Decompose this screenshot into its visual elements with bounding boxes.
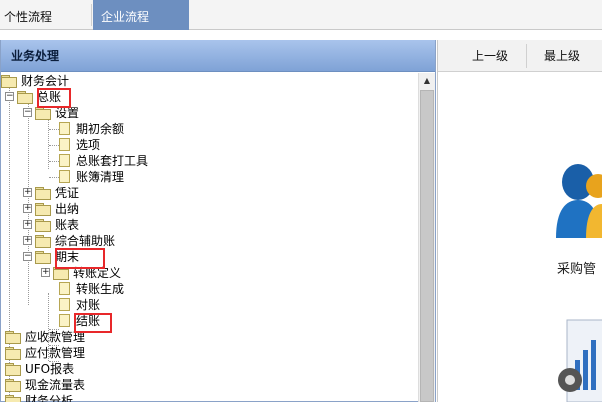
scroll-up-icon[interactable]: ▲	[419, 73, 435, 89]
expand-icon[interactable]: +	[41, 268, 50, 277]
folder-open-icon	[1, 75, 17, 88]
business-panel: 业务处理 财务会计 − 总账 − 设置 期初余额 选项 总账套打工具 账簿清理 …	[0, 40, 436, 402]
tree-node-ufo-reports[interactable]: UFO报表	[5, 361, 74, 377]
panel-title: 业务处理	[1, 40, 435, 72]
expand-icon[interactable]: +	[23, 188, 32, 197]
document-icon	[59, 298, 70, 311]
tree-node-payables[interactable]: 应付款管理	[5, 345, 85, 361]
expand-icon[interactable]: +	[23, 204, 32, 213]
tree-node-voucher[interactable]: + 凭证	[23, 185, 79, 201]
folder-icon	[5, 331, 21, 344]
tree-node-aux-ledger[interactable]: + 综合辅助账	[23, 233, 115, 249]
tree-scrollbar[interactable]: ▲	[418, 73, 435, 402]
tab-divider	[91, 4, 92, 26]
tree-leaf-ledger-cleanup[interactable]: 账簿清理	[59, 169, 124, 185]
tab-personal-process-label: 个性流程	[4, 10, 53, 24]
folder-icon	[35, 219, 51, 232]
folder-open-icon	[35, 251, 51, 264]
tab-enterprise-process-label: 企业流程	[101, 10, 150, 24]
folder-icon	[5, 379, 21, 392]
document-icon	[59, 138, 70, 151]
collapse-icon[interactable]: −	[23, 108, 32, 117]
tab-personal-process[interactable]: 个性流程	[0, 0, 92, 30]
tree-line	[49, 161, 59, 162]
tree-leaf-reconcile[interactable]: 对账	[59, 297, 100, 313]
folder-open-icon	[17, 91, 33, 104]
expand-icon[interactable]: +	[23, 236, 32, 245]
document-icon	[59, 314, 70, 327]
nav-up-button[interactable]: 上一级	[472, 40, 508, 72]
tree-leaf-transfer-generate[interactable]: 转账生成	[59, 281, 124, 297]
tree-node-financial-analysis[interactable]: 财务分析	[5, 393, 73, 402]
folder-icon	[35, 235, 51, 248]
highlight-close-period	[74, 313, 112, 333]
content-nav-bar: 上一级 最上级	[438, 40, 602, 72]
tree-leaf-opening-balance[interactable]: 期初余额	[59, 121, 124, 137]
folder-icon	[5, 395, 21, 402]
nav-top-button[interactable]: 最上级	[544, 40, 580, 72]
user-group-icon[interactable]	[550, 158, 602, 238]
document-icon	[59, 282, 70, 295]
collapse-icon[interactable]: −	[23, 252, 32, 261]
tree-leaf-options[interactable]: 选项	[59, 137, 100, 153]
tree-node-reports[interactable]: + 账表	[23, 217, 79, 233]
tree-node-financial-accounting[interactable]: 财务会计	[1, 73, 69, 89]
collapse-icon[interactable]: −	[5, 92, 14, 101]
highlight-period-end	[55, 248, 105, 269]
document-icon	[59, 154, 70, 167]
tree-node-receivables[interactable]: 应收款管理	[5, 329, 85, 345]
tree-line	[49, 145, 59, 146]
folder-icon	[5, 363, 21, 376]
tree-leaf-ledger-print-tool[interactable]: 总账套打工具	[59, 153, 148, 169]
folder-open-icon	[35, 107, 51, 120]
purchase-module-label[interactable]: 采购管	[557, 258, 596, 277]
nav-divider	[526, 44, 527, 68]
content-panel: 上一级 最上级 采购管	[437, 40, 602, 402]
tab-enterprise-process[interactable]: 企业流程	[93, 0, 189, 30]
folder-icon	[35, 187, 51, 200]
business-tree: 财务会计 − 总账 − 设置 期初余额 选项 总账套打工具 账簿清理 + 凭证 + 出纳…	[1, 73, 419, 402]
tree-node-cashier[interactable]: + 出纳	[23, 201, 79, 217]
document-icon	[59, 170, 70, 183]
tree-line	[49, 129, 59, 130]
tree-node-cashflow[interactable]: 现金流量表	[5, 377, 85, 393]
expand-icon[interactable]: +	[23, 220, 32, 229]
document-icon	[59, 122, 70, 135]
folder-icon	[5, 347, 21, 360]
scroll-thumb[interactable]	[420, 90, 434, 402]
report-gear-icon[interactable]	[555, 310, 602, 402]
top-tab-bar: 个性流程 企业流程	[0, 0, 602, 30]
folder-icon	[35, 203, 51, 216]
highlight-ledger	[37, 88, 71, 108]
tree-line	[49, 177, 59, 178]
